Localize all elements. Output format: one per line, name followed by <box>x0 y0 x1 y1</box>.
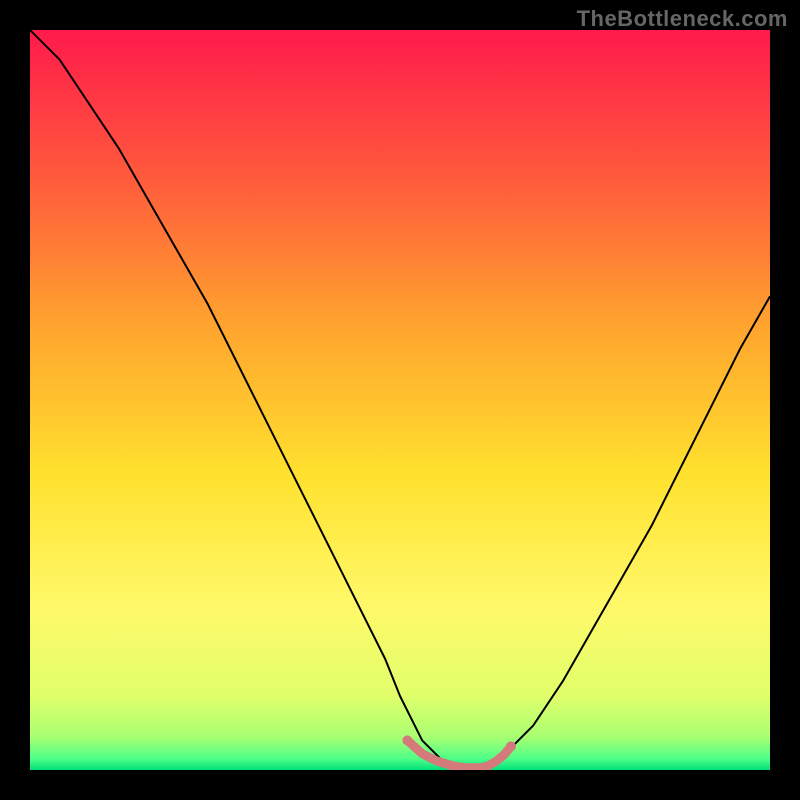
chart-frame: TheBottleneck.com <box>0 0 800 800</box>
gradient-background <box>30 30 770 770</box>
plot-area <box>30 30 770 770</box>
plot-svg <box>30 30 770 770</box>
optimal-marker-dot <box>506 741 516 751</box>
watermark-text: TheBottleneck.com <box>577 6 788 32</box>
optimal-marker-dot <box>402 735 412 745</box>
